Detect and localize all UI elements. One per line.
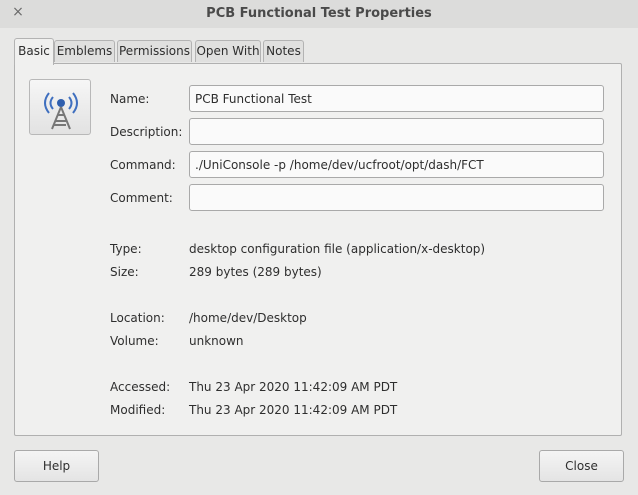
tab-permissions[interactable]: Permissions bbox=[117, 40, 192, 62]
help-button[interactable]: Help bbox=[14, 450, 99, 482]
title-bar: × PCB Functional Test Properties bbox=[0, 0, 638, 28]
accessed-value: Thu 23 Apr 2020 11:42:09 AM PDT bbox=[189, 380, 398, 394]
volume-value: unknown bbox=[189, 334, 244, 348]
size-label: Size: bbox=[110, 265, 139, 279]
location-value: /home/dev/Desktop bbox=[189, 311, 307, 325]
name-field[interactable] bbox=[189, 85, 604, 112]
modified-value: Thu 23 Apr 2020 11:42:09 AM PDT bbox=[189, 403, 398, 417]
location-label: Location: bbox=[110, 311, 165, 325]
size-value: 289 bytes (289 bytes) bbox=[189, 265, 322, 279]
app-icon-button[interactable] bbox=[29, 79, 91, 135]
window-title: PCB Functional Test Properties bbox=[206, 6, 432, 21]
radio-tower-icon bbox=[44, 92, 78, 130]
description-label: Description: bbox=[110, 125, 183, 139]
close-button[interactable]: Close bbox=[539, 450, 624, 482]
type-value: desktop configuration file (application/… bbox=[189, 242, 486, 256]
basic-panel: Name: Description: Command: Comment: Typ… bbox=[14, 63, 622, 436]
accessed-label: Accessed: bbox=[110, 380, 171, 394]
type-label: Type: bbox=[110, 242, 142, 256]
command-label: Command: bbox=[110, 158, 176, 172]
volume-label: Volume: bbox=[110, 334, 159, 348]
description-field[interactable] bbox=[189, 118, 604, 145]
modified-label: Modified: bbox=[110, 403, 166, 417]
command-field[interactable] bbox=[189, 151, 604, 178]
comment-label: Comment: bbox=[110, 191, 173, 205]
tab-emblems[interactable]: Emblems bbox=[54, 40, 115, 62]
name-label: Name: bbox=[110, 92, 150, 106]
comment-field[interactable] bbox=[189, 184, 604, 211]
tab-basic[interactable]: Basic bbox=[14, 38, 54, 65]
tab-notes[interactable]: Notes bbox=[263, 40, 304, 62]
tab-open-with[interactable]: Open With bbox=[195, 40, 261, 62]
